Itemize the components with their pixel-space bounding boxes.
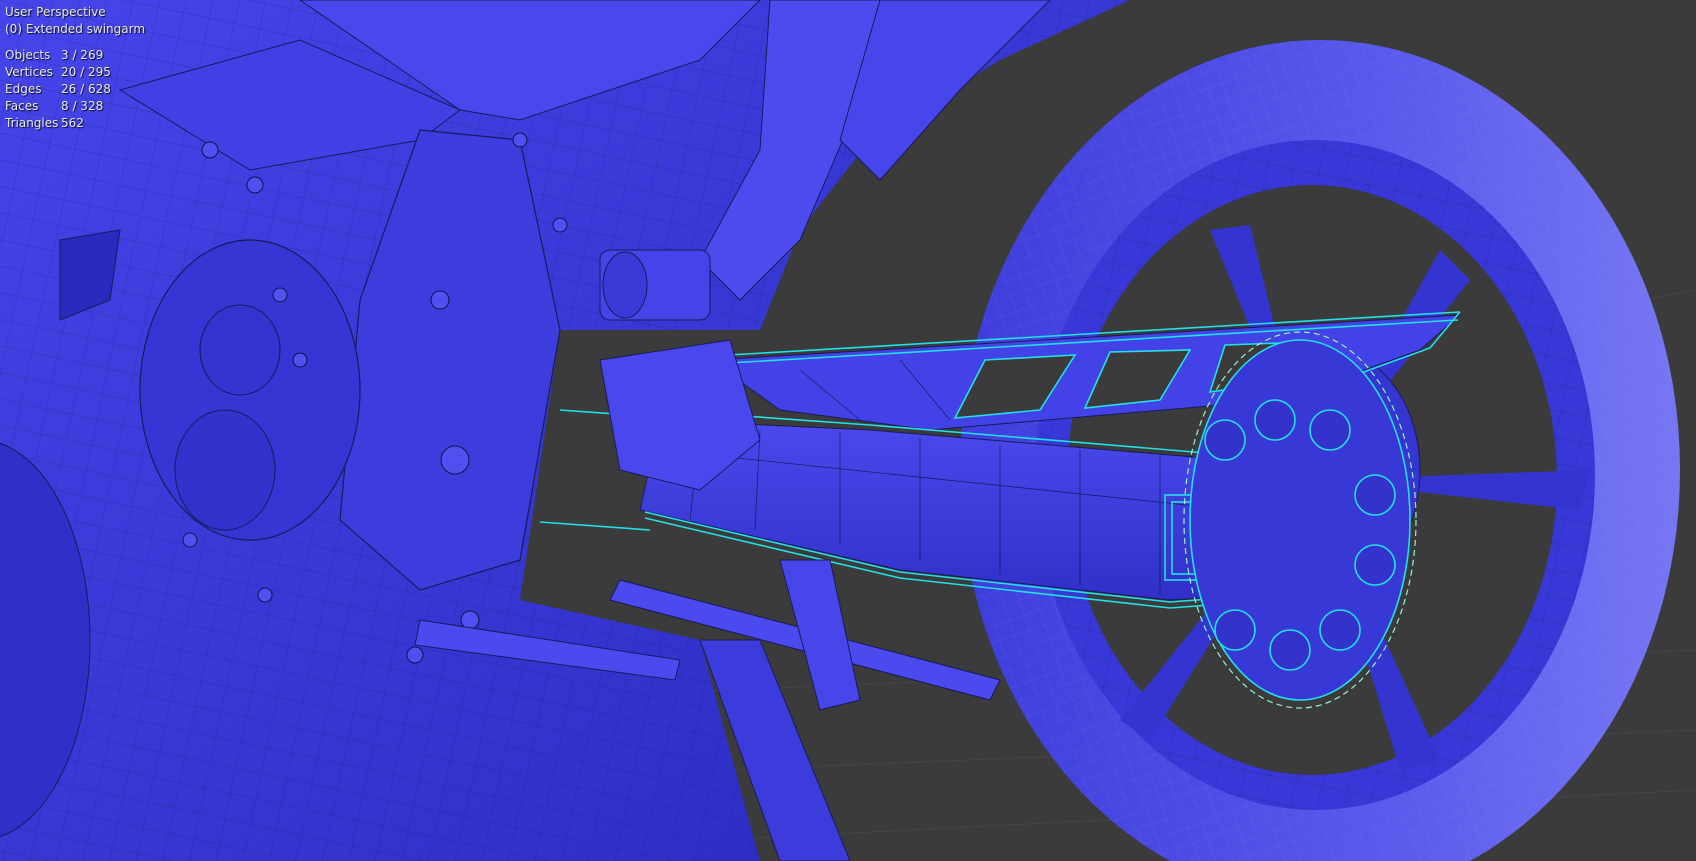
motorcycle-body [0,0,1130,861]
3d-viewport[interactable]: User Perspective (0) Extended swingarm O… [0,0,1696,861]
scene-canvas[interactable] [0,0,1696,861]
